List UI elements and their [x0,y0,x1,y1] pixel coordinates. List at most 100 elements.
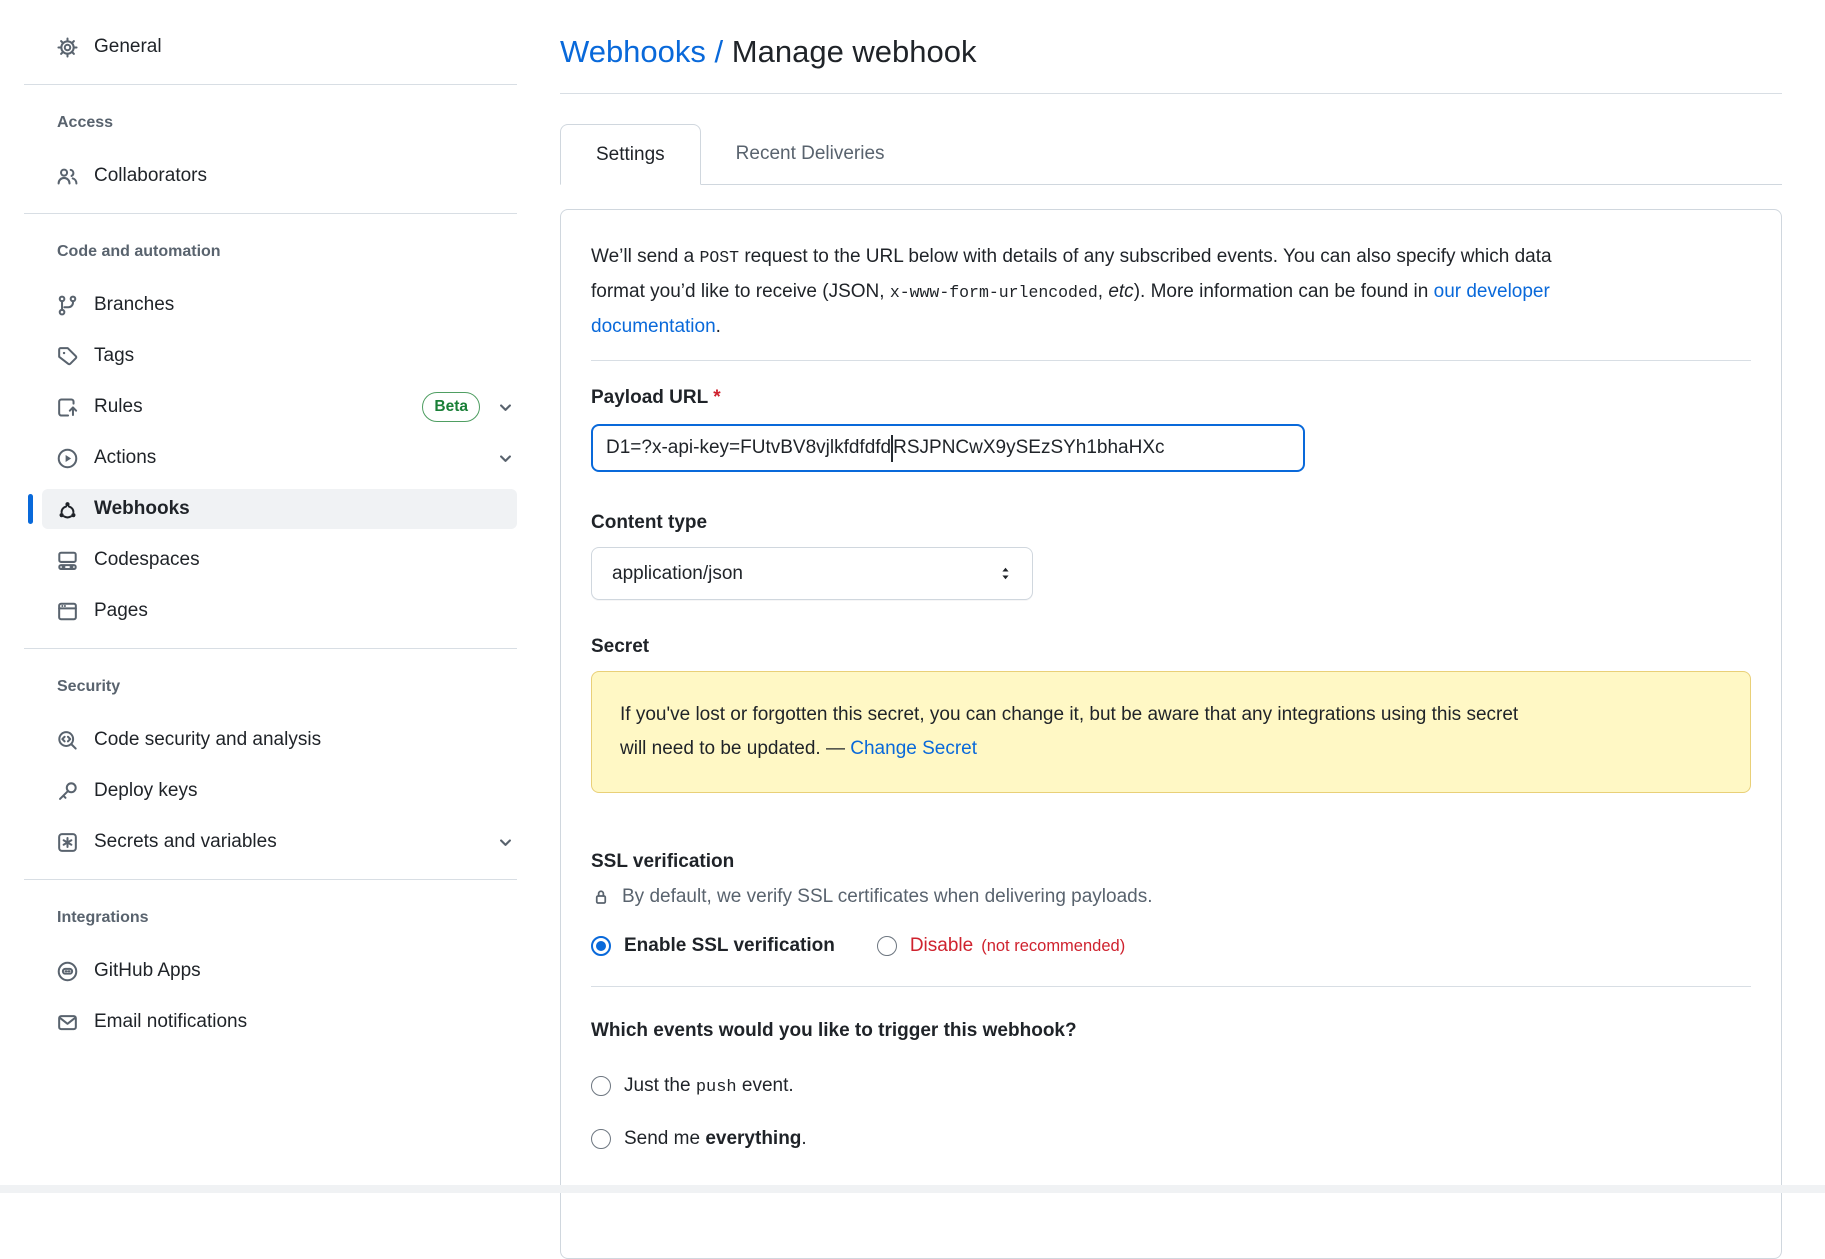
content-type-selected-value: application/json [612,563,743,585]
sidebar-item-email-notifications[interactable]: Email notifications [42,1002,517,1042]
chevron-down-icon[interactable] [496,449,515,468]
event-option-push: Just the push event. [591,1075,1751,1097]
sidebar-item-label: General [94,36,162,58]
urlencoded-code: x-www-form-urlencoded [890,283,1098,302]
content-type-select[interactable]: application/json [591,547,1033,600]
developer-documentation-link[interactable]: our developer [1434,281,1550,302]
webhook-settings-main: Webhooks / Manage webhook Settings Recen… [560,0,1782,1259]
required-asterisk: * [713,387,720,408]
sidebar-item-label: Actions [94,447,156,469]
sidebar-item-general[interactable]: General [42,27,517,67]
lock-icon [591,887,611,907]
disable-ssl-radio[interactable] [877,936,897,956]
change-secret-link[interactable]: Change Secret [850,738,977,759]
sidebar-item-tags[interactable]: Tags [42,336,517,376]
ssl-radio-row: Enable SSL verification Disable (not rec… [591,935,1751,957]
sidebar-divider [24,213,517,214]
mail-icon [56,1011,79,1034]
payload-url-label: Payload URL* [591,387,1751,409]
people-icon [56,165,79,188]
sidebar-item-label: Deploy keys [94,780,198,802]
content-type-label: Content type [591,512,1751,534]
sidebar-item-secrets-and-variables[interactable]: Secrets and variables [42,822,517,862]
disable-ssl-note: (not recommended) [981,937,1125,956]
post-code: POST [699,248,739,267]
sidebar-item-webhooks[interactable]: Webhooks [42,489,517,529]
sidebar-section-access: Access [57,103,517,143]
disable-ssl-label[interactable]: Disable [910,935,973,957]
send-everything-label[interactable]: Send me everything. [624,1128,807,1150]
enable-ssl-radio[interactable] [591,936,611,956]
sidebar-item-branches[interactable]: Branches [42,285,517,325]
enable-ssl-label[interactable]: Enable SSL verification [624,935,835,957]
gear-icon [56,36,79,59]
tag-icon [56,345,79,368]
sidebar-item-github-apps[interactable]: GitHub Apps [42,951,517,991]
key-icon [56,780,79,803]
intro-text: We’ll send a POST request to the URL bel… [591,240,1751,344]
codespaces-icon [56,549,79,572]
secret-warning-box: If you've lost or forgotten this secret,… [591,671,1751,793]
events-heading: Which events would you like to trigger t… [591,1020,1751,1042]
webhook-icon [56,498,79,521]
chevron-down-icon[interactable] [496,833,515,852]
push-code: push [696,1078,737,1097]
payload-url-value-before-caret: D1=?x-api-key=FUtvBV8vjlkfdfdfd [606,437,891,459]
payload-url-value-after-caret: RSJPNCwX9ySEzSYh1bhaHXc [893,437,1164,459]
sidebar-item-pages[interactable]: Pages [42,591,517,631]
sidebar-item-label: Branches [94,294,174,316]
sidebar-item-label: Code security and analysis [94,729,321,751]
page-bottom-edge [0,1185,1825,1193]
tabnav: Settings Recent Deliveries [560,123,1782,185]
webhook-form-panel: We’ll send a POST request to the URL bel… [560,209,1782,1259]
event-option-everything: Send me everything. [591,1128,1751,1150]
section-divider [591,986,1751,987]
breadcrumb-webhooks-link[interactable]: Webhooks [560,34,706,69]
git-branch-icon [56,294,79,317]
browser-icon [56,600,79,623]
sidebar-item-codespaces[interactable]: Codespaces [42,540,517,580]
play-circle-icon [56,447,79,470]
code-scan-icon [56,729,79,752]
chevron-down-icon[interactable] [496,398,515,417]
page-title-text: Manage webhook [732,34,977,69]
secret-label: Secret [591,636,1751,658]
breadcrumb-separator: / [715,34,724,69]
sidebar-item-label: Codespaces [94,549,200,571]
page-header: Webhooks / Manage webhook [560,0,1782,94]
sidebar-item-label: Email notifications [94,1011,247,1033]
send-everything-radio[interactable] [591,1129,611,1149]
sidebar-item-collaborators[interactable]: Collaborators [42,156,517,196]
sidebar-item-label: Webhooks [94,498,190,520]
sidebar-item-rules[interactable]: Rules Beta [42,387,517,427]
sidebar-item-label: Secrets and variables [94,831,277,853]
sidebar-item-label: Rules [94,396,143,418]
sidebar-item-label: Tags [94,345,134,367]
ssl-note: By default, we verify SSL certificates w… [591,886,1751,908]
ssl-note-text: By default, we verify SSL certificates w… [622,886,1153,908]
sidebar-item-actions[interactable]: Actions [42,438,517,478]
developer-documentation-link[interactable]: documentation [591,316,716,337]
asterisk-box-icon [56,831,79,854]
sidebar-item-label: GitHub Apps [94,960,201,982]
just-push-label[interactable]: Just the push event. [624,1075,794,1097]
payload-url-input[interactable]: D1=?x-api-key=FUtvBV8vjlkfdfdfdRSJPNCwX9… [591,424,1305,472]
sidebar-section-integrations: Integrations [57,898,517,938]
sidebar-section-security: Security [57,667,517,707]
page-title: Webhooks / Manage webhook [560,32,1782,72]
section-divider [591,360,1751,361]
rules-icon [56,396,79,419]
sidebar-item-label: Pages [94,600,148,622]
just-push-radio[interactable] [591,1076,611,1096]
sidebar-item-code-security[interactable]: Code security and analysis [42,720,517,760]
hubot-icon [56,960,79,983]
sidebar-item-deploy-keys[interactable]: Deploy keys [42,771,517,811]
beta-badge: Beta [422,392,480,423]
sidebar-divider [24,648,517,649]
sidebar-divider [24,879,517,880]
select-arrows-icon [997,564,1014,583]
sidebar-section-code-and-automation: Code and automation [57,232,517,272]
repo-settings-sidebar: General Access Collaborators Code and au… [0,0,557,1053]
tab-settings[interactable]: Settings [560,124,701,185]
tab-recent-deliveries[interactable]: Recent Deliveries [701,123,920,184]
